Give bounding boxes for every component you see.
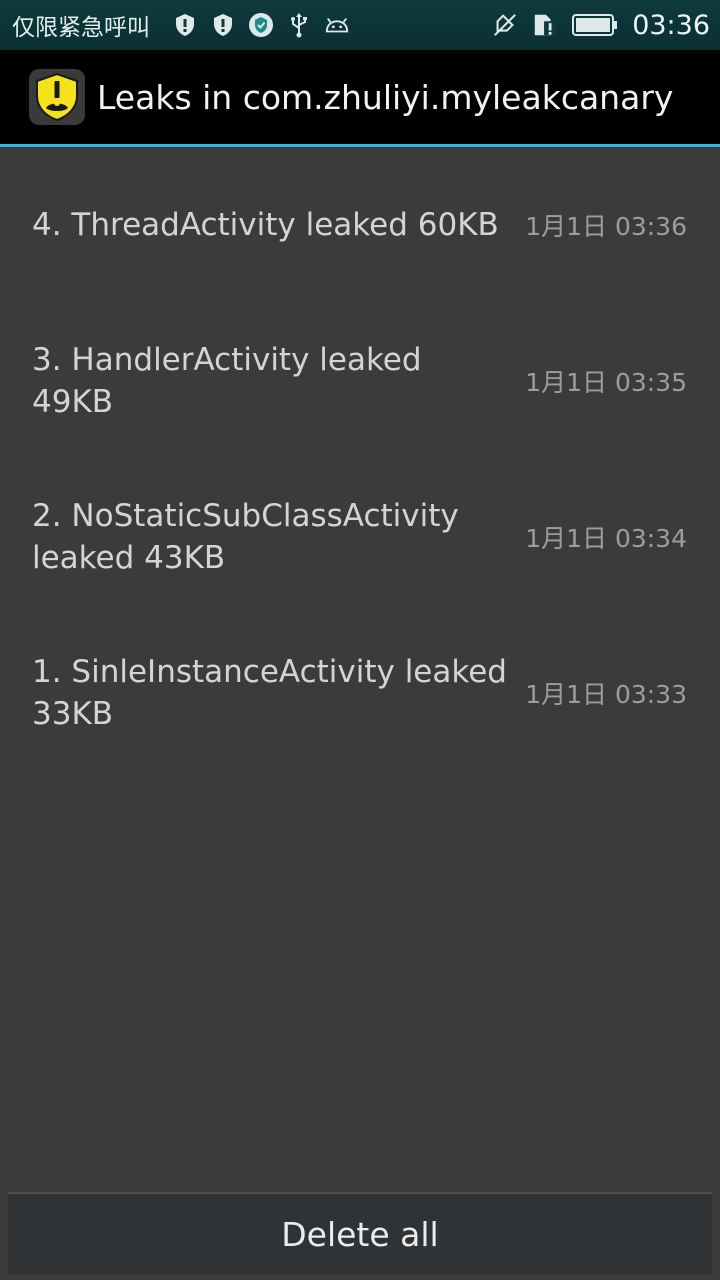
delete-all-button[interactable]: Delete all [8, 1192, 712, 1274]
leak-label: 3. HandlerActivity leaked 49KB [32, 342, 422, 420]
leak-timestamp: 1月1日 03:34 [525, 524, 687, 553]
list-item[interactable]: 3. HandlerActivity leaked 49KB 1月1日 03:3… [0, 303, 720, 459]
shield-alert-icon [172, 12, 198, 38]
leak-timestamp: 1月1日 03:35 [525, 368, 687, 397]
leak-label: 2. NoStaticSubClassActivity leaked 43KB [32, 498, 459, 576]
leak-label: 1. SinleInstanceActivity leaked 33KB [32, 654, 507, 732]
leak-list: 4. ThreadActivity leaked 60KB 1月1日 03:36… [0, 147, 720, 771]
shield-alert-icon [210, 12, 236, 38]
list-item[interactable]: 2. NoStaticSubClassActivity leaked 43KB … [0, 459, 720, 615]
android-icon [324, 12, 350, 38]
page-title: Leaks in com.zhuliyi.myleakcanary [97, 77, 674, 117]
leakcanary-app-icon[interactable] [29, 69, 85, 125]
status-right: 03:36 [492, 10, 710, 41]
usb-icon [286, 12, 312, 38]
battery-icon [572, 12, 618, 38]
status-left: 仅限紧急呼叫 [12, 8, 350, 42]
sim-alert-icon [532, 12, 558, 38]
mute-icon [492, 12, 518, 38]
leak-timestamp: 1月1日 03:33 [525, 680, 687, 709]
leak-label: 4. ThreadActivity leaked 60KB [32, 207, 499, 243]
list-item[interactable]: 4. ThreadActivity leaked 60KB 1月1日 03:36 [0, 147, 720, 303]
list-item[interactable]: 1. SinleInstanceActivity leaked 33KB 1月1… [0, 615, 720, 771]
action-bar: Leaks in com.zhuliyi.myleakcanary [0, 50, 720, 147]
carrier-text: 仅限紧急呼叫 [12, 15, 150, 41]
clock: 03:36 [632, 9, 710, 41]
leak-timestamp: 1月1日 03:36 [525, 212, 687, 241]
shield-badge-icon [248, 12, 274, 38]
status-bar: 仅限紧急呼叫 03:36 [0, 0, 720, 50]
